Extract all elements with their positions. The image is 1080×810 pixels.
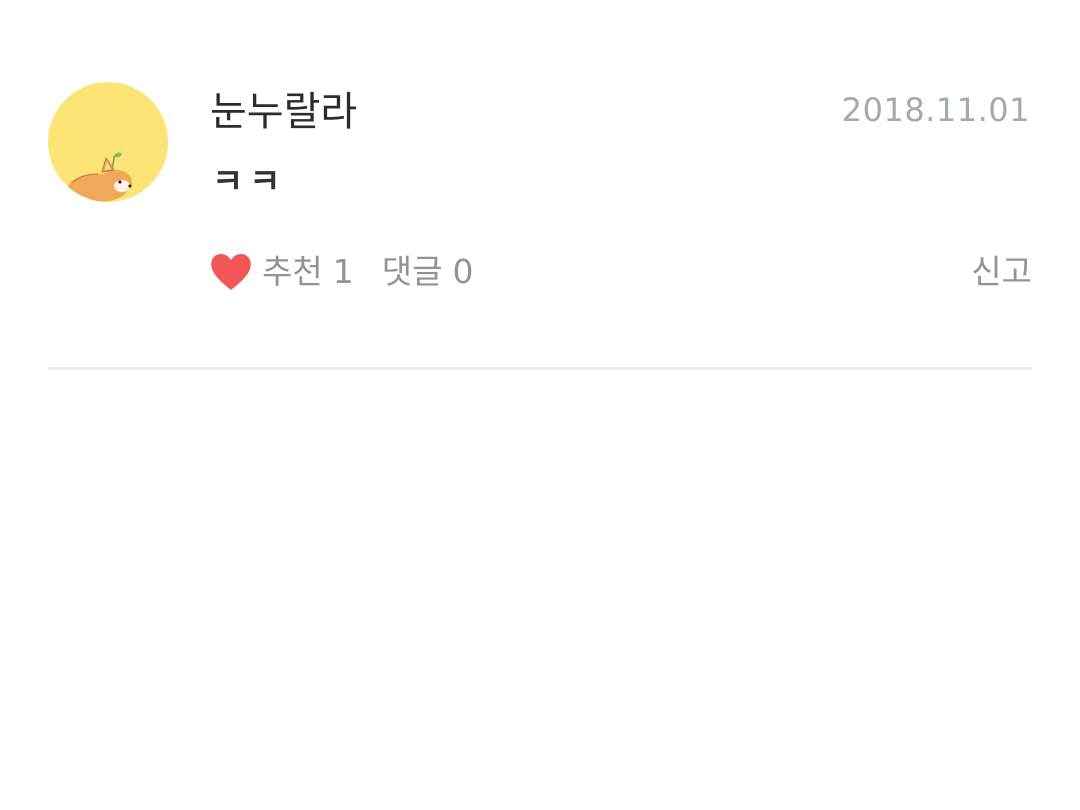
divider xyxy=(48,367,1032,370)
comment-text: ㅋㅋ xyxy=(212,162,287,202)
comment-actions: 추천 1 댓글 0 xyxy=(208,250,473,294)
comment-date: 2018.11.01 xyxy=(841,91,1030,129)
report-button[interactable]: 신고 xyxy=(971,250,1032,294)
like-label[interactable]: 추천 xyxy=(262,250,323,294)
like-count: 1 xyxy=(332,252,354,291)
reply-button[interactable]: 댓글 xyxy=(382,250,443,294)
author-name[interactable]: 눈누랄라 xyxy=(210,86,357,138)
like-button[interactable] xyxy=(208,250,254,294)
corgi-icon xyxy=(68,152,132,202)
heart-icon xyxy=(211,254,251,290)
comment-item: 눈누랄라 2018.11.01 ㅋㅋ 추천 1 댓글 0 신고 xyxy=(0,0,1080,370)
reply-count: 0 xyxy=(452,252,474,291)
avatar[interactable] xyxy=(48,82,168,202)
